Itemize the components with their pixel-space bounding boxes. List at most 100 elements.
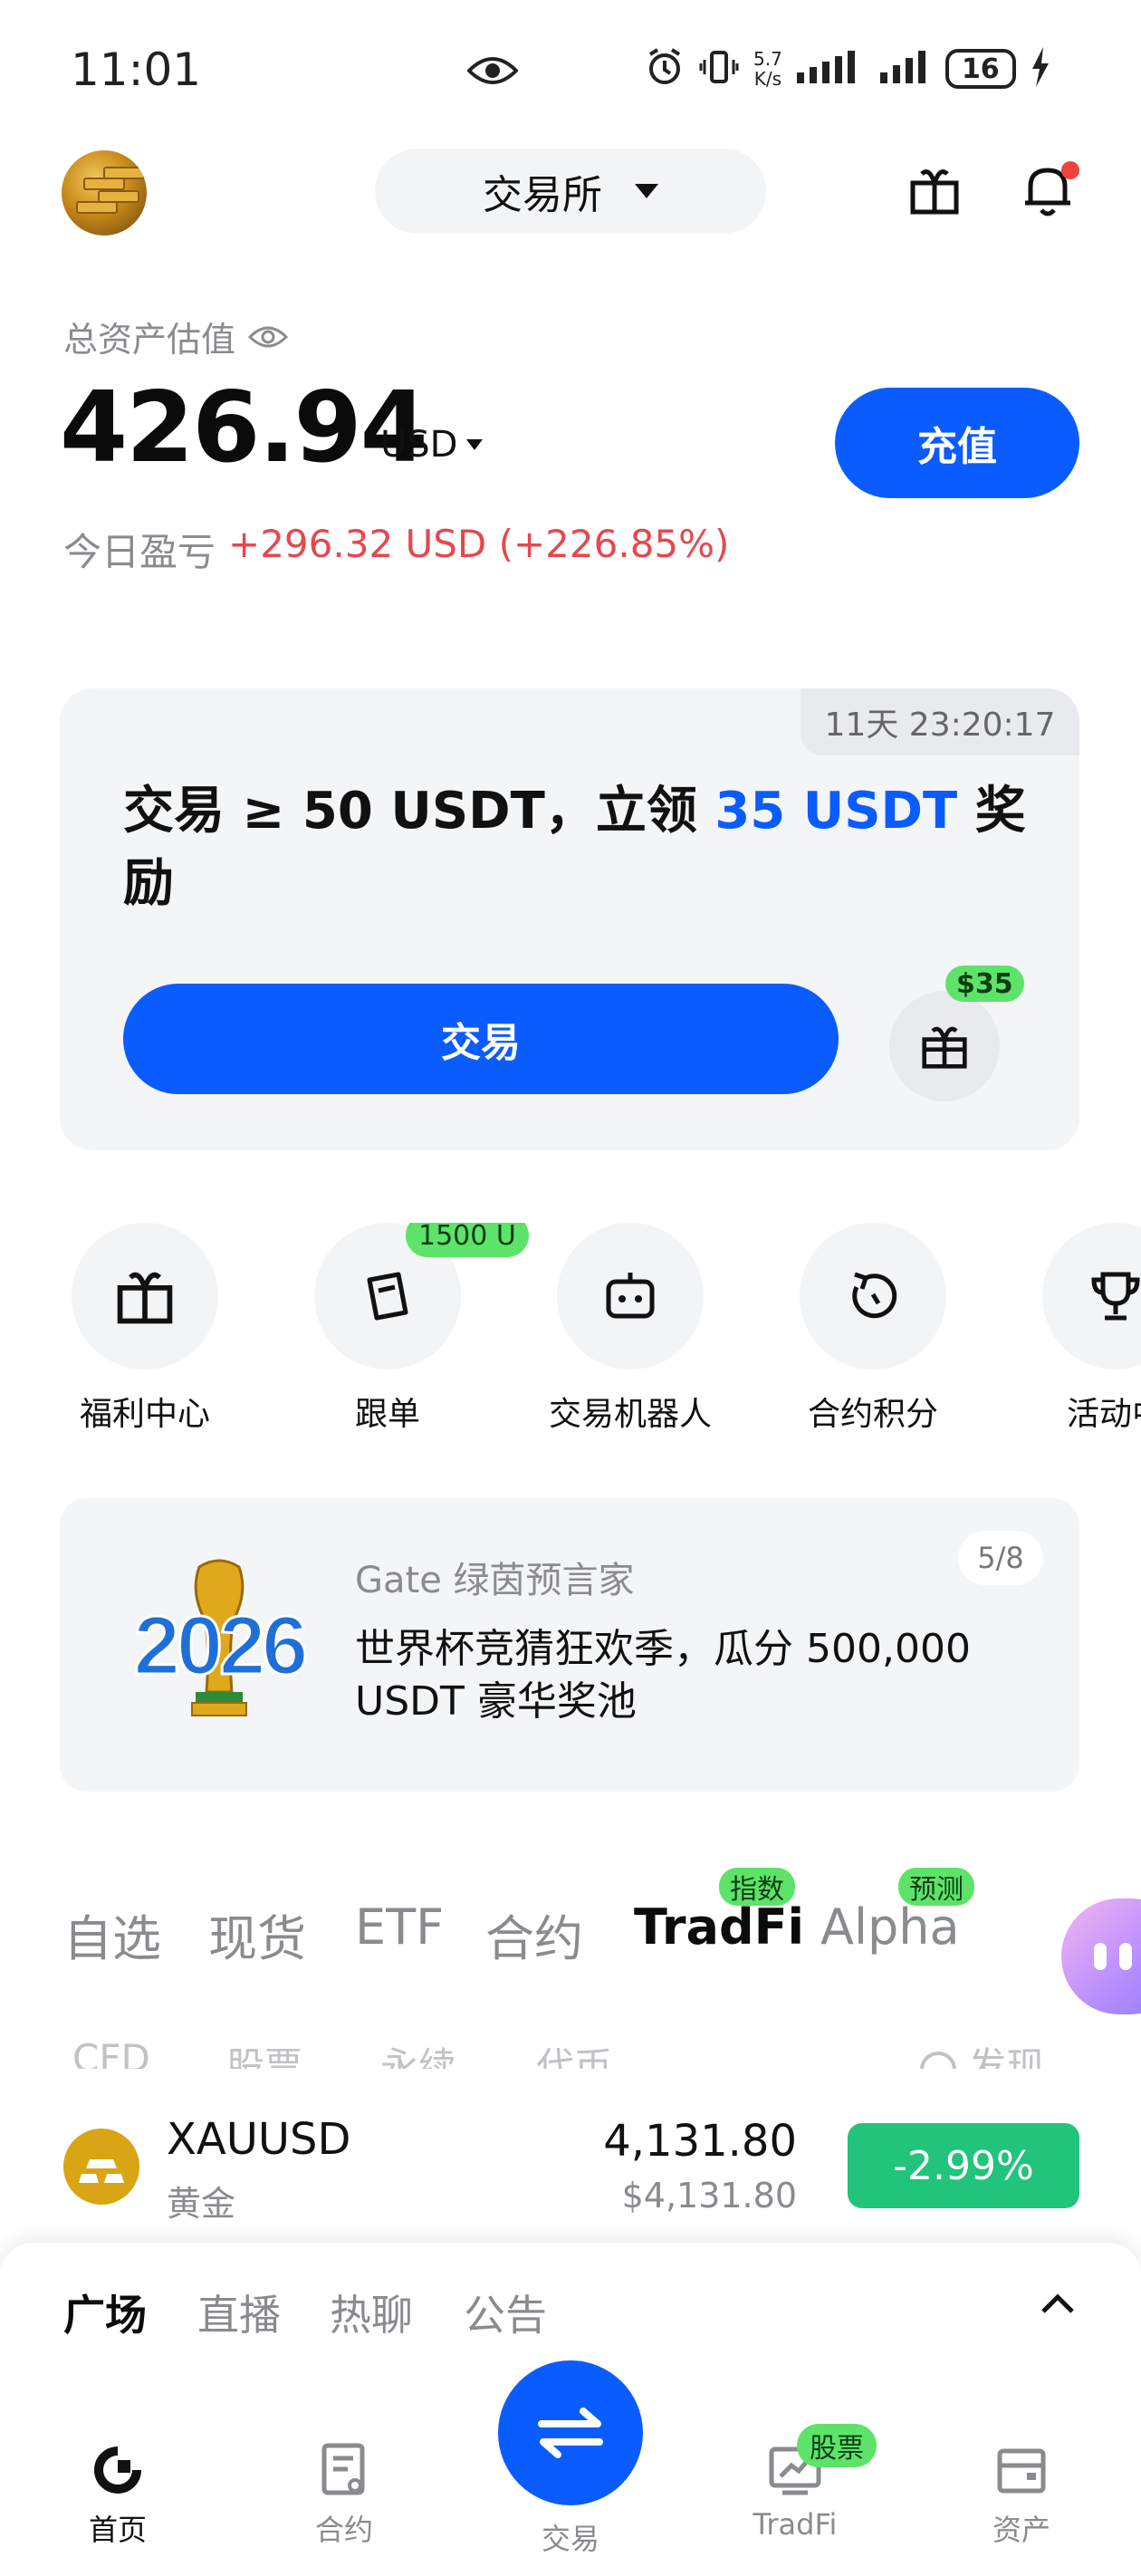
- shortcut-activities[interactable]: 活动中: [1016, 1223, 1141, 1435]
- promo-trade-button[interactable]: 交易: [123, 984, 839, 1094]
- shortcut-icon-circle: [800, 1223, 946, 1370]
- shortcut-icon-circle: [1042, 1223, 1141, 1370]
- copy-trade-badge: 1500 U: [406, 1223, 529, 1257]
- tab-spot[interactable]: 现货: [208, 1898, 306, 1970]
- status-icons: 5.7 K/s 16: [645, 47, 1050, 91]
- asset-name: 黄金: [167, 2184, 236, 2224]
- today-pnl: 今日盈亏 +296.32 USD (+226.85%): [63, 522, 729, 577]
- bottom-sheet: 广场 直播 热聊 公告 首页 合约 交易 TradFi 股票 资产: [0, 2243, 1141, 2576]
- battery-indicator: 16: [944, 49, 1016, 89]
- gift-amount-badge: $35: [945, 966, 1024, 1002]
- nav-home-label: 首页: [88, 2513, 147, 2547]
- nav-tradfi-label: TradFi: [753, 2507, 838, 2542]
- tab-tradfi[interactable]: TradFi: [634, 1898, 804, 1956]
- promo-title: 交易 ≥ 50 USDT，立领 35 USDT 奖励: [123, 775, 1029, 920]
- shortcut-label: 交易机器人: [548, 1396, 712, 1433]
- world-cup-banner[interactable]: 2026 Gate 绿茵预言家 世界杯竞猜狂欢季，瓜分 500,000 USDT…: [60, 1498, 1079, 1792]
- market-subtabs: CFD 股票 永续 代币 发现: [0, 2033, 1141, 2069]
- vibrate-icon: [699, 47, 739, 91]
- shortcut-welfare-center[interactable]: 福利中心: [45, 1223, 244, 1435]
- net-speed: 5.7 K/s: [753, 49, 782, 89]
- tab-watchlist[interactable]: 自选: [63, 1898, 161, 1970]
- chevron-up-icon[interactable]: [1040, 2293, 1076, 2319]
- robot-icon: [606, 1273, 655, 1319]
- nav-home[interactable]: 首页: [27, 2442, 208, 2549]
- signal-icon: [796, 49, 866, 89]
- status-time: 11:01: [71, 43, 202, 96]
- feed-tab-square[interactable]: 广场: [63, 2283, 147, 2342]
- nav-futures-label: 合约: [314, 2513, 373, 2547]
- total-assets-value: 426.94: [60, 371, 428, 485]
- nav-stocks-badge: 股票: [797, 2424, 877, 2467]
- swap-arrows-icon: [538, 2408, 603, 2458]
- top-header: 交易所: [0, 145, 1141, 245]
- shortcut-icon-circle: [72, 1223, 218, 1370]
- shortcut-label: 跟单: [354, 1396, 420, 1433]
- nav-trade-button[interactable]: [498, 2360, 643, 2505]
- exchange-switcher[interactable]: 交易所: [375, 149, 766, 234]
- refresh-points-icon: [852, 1272, 897, 1319]
- exchange-label: 交易所: [483, 172, 602, 218]
- subtab-stocks[interactable]: 股票: [226, 2036, 302, 2069]
- promo-title-highlight: 35 USDT: [714, 782, 958, 841]
- trade-reward-card: 11天 23:20:17 交易 ≥ 50 USDT，立领 35 USDT 奖励 …: [60, 688, 1079, 1150]
- tab-futures[interactable]: 合约: [485, 1898, 583, 1970]
- gold-bars-icon: [63, 2129, 139, 2205]
- assets-label-text: 总资产估值: [63, 320, 236, 360]
- tab-etf[interactable]: ETF: [355, 1898, 444, 1956]
- gift-icon: [117, 1272, 173, 1324]
- alpha-badge: 预测: [898, 1868, 974, 1906]
- feed-tab-announcements[interactable]: 公告: [464, 2283, 547, 2342]
- asset-change-badge[interactable]: -2.99%: [848, 2123, 1079, 2208]
- shortcut-futures-points[interactable]: 合约积分: [773, 1223, 973, 1435]
- discover-icon: [920, 2051, 956, 2069]
- promo-gift-button[interactable]: [889, 991, 1000, 1101]
- tab-alpha[interactable]: Alpha: [820, 1898, 960, 1956]
- status-bar: 11:01 5.7 K/s 16: [0, 0, 1141, 136]
- gift-icon[interactable]: [909, 165, 960, 219]
- net-speed-value: 5.7: [753, 48, 782, 70]
- shortcut-label: 合约积分: [807, 1396, 938, 1433]
- countdown-timer: 11天 23:20:17: [801, 688, 1079, 755]
- shortcut-trading-bot[interactable]: 交易机器人: [531, 1223, 730, 1435]
- currency-selector[interactable]: USD: [380, 424, 484, 466]
- feed-tab-live[interactable]: 直播: [197, 2283, 281, 2342]
- banner-page-indicator: 5/8: [958, 1531, 1043, 1585]
- subtab-cfd[interactable]: CFD: [72, 2036, 150, 2069]
- caret-down-icon: [466, 439, 484, 450]
- copy-trade-icon: [367, 1272, 408, 1321]
- shortcut-row: 福利中心 跟单 1500 U 交易机器人 合约积分 活动中: [0, 1223, 1141, 1440]
- banner-subtitle: Gate 绿茵预言家: [355, 1560, 635, 1601]
- nav-futures[interactable]: 合约: [254, 2442, 435, 2549]
- nav-assets[interactable]: 资产: [931, 2442, 1112, 2549]
- visibility-eye-icon[interactable]: [248, 322, 289, 351]
- subtab-tokens[interactable]: 代币: [536, 2036, 612, 2069]
- eye-icon: [466, 53, 519, 92]
- deposit-button[interactable]: 充值: [835, 388, 1079, 498]
- notification-bell-icon[interactable]: [1021, 161, 1079, 223]
- market-list-row[interactable]: XAUUSD 黄金 4,131.80 $4,131.80 -2.99%: [0, 2100, 1141, 2226]
- shortcut-copy-trade[interactable]: 跟单 1500 U: [288, 1223, 529, 1435]
- nav-trade-label: 交易: [541, 2522, 599, 2556]
- avatar[interactable]: [62, 150, 147, 235]
- battery-level: 16: [961, 53, 1000, 85]
- subtab-perpetual[interactable]: 永续: [380, 2036, 456, 2069]
- signal-icon-2: [879, 49, 931, 89]
- asset-price-usd: $4,131.80: [621, 2176, 797, 2216]
- home-logo-icon: [94, 2446, 141, 2494]
- promo-title-prefix: 交易 ≥ 50 USDT，立领: [123, 782, 715, 841]
- futures-doc-icon: [321, 2443, 365, 2495]
- banner-text: 世界杯竞猜狂欢季，瓜分 500,000 USDT 豪华奖池: [355, 1626, 971, 1725]
- trophy-icon: [1091, 1272, 1140, 1321]
- subtab-discover[interactable]: 发现: [920, 2036, 1044, 2069]
- caret-down-icon: [635, 184, 658, 198]
- market-tabs: 自选 现货 ETF 合约 TradFi 指数 Alpha 预测: [0, 1868, 1141, 1967]
- nav-assets-label: 资产: [992, 2513, 1050, 2547]
- wallet-icon: [997, 2448, 1046, 2494]
- currency-label: USD: [380, 424, 458, 466]
- feed-tab-hot-chat[interactable]: 热聊: [330, 2283, 413, 2342]
- shortcut-label: 福利中心: [79, 1396, 210, 1433]
- shortcut-icon-circle: [557, 1223, 704, 1370]
- tradfi-badge: 指数: [719, 1868, 795, 1906]
- discover-label: 发现: [968, 2044, 1045, 2069]
